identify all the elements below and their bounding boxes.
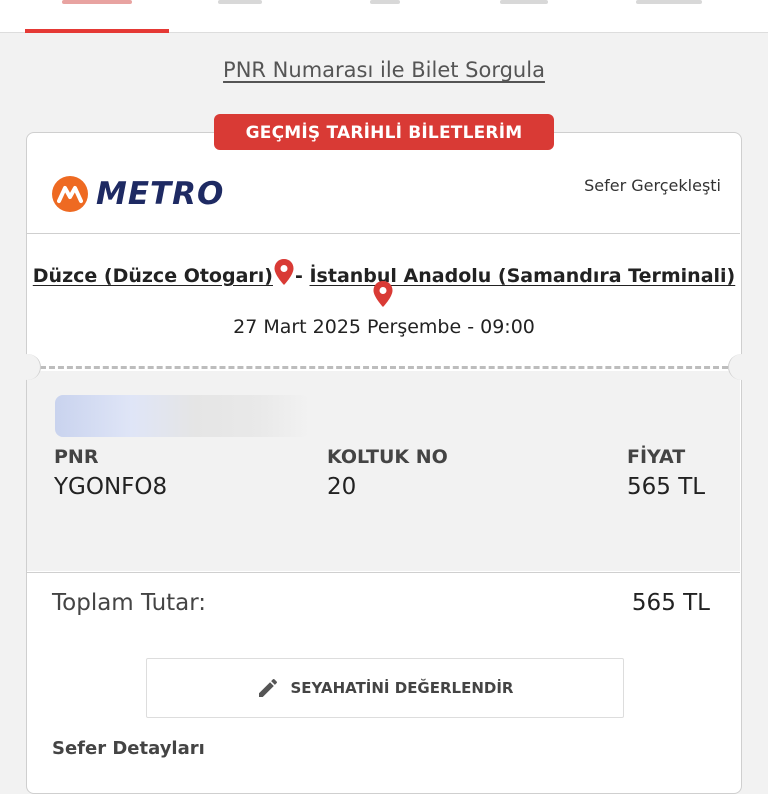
- rate-trip-label: SEYAHATİNİ DEĞERLENDİR: [290, 679, 514, 697]
- trip-details-heading[interactable]: Sefer Detayları: [52, 738, 205, 759]
- seat-value: 20: [327, 474, 357, 500]
- active-tab-indicator: [25, 29, 169, 33]
- pnr-query-link[interactable]: PNR Numarası ile Bilet Sorgula: [0, 58, 768, 82]
- total-label: Toplam Tutar:: [52, 590, 207, 616]
- seat-field: KOLTUK NO 20: [327, 446, 448, 500]
- brand-name: METRO: [96, 176, 225, 212]
- departure-datetime: 27 Mart 2025 Perşembe - 09:00: [233, 316, 535, 338]
- price-label: FİYAT: [627, 446, 686, 468]
- route-separator: -: [294, 265, 303, 287]
- pnr-label: PNR: [54, 446, 99, 468]
- blurred-passenger-name: [55, 395, 310, 437]
- past-tickets-badge: GEÇMİŞ TARİHLİ BİLETLERİM: [214, 114, 554, 150]
- trip-status: Sefer Gerçekleşti: [584, 176, 721, 195]
- header-divider: [27, 233, 740, 234]
- ticket-notch-right: [728, 354, 755, 380]
- location-pin-icon: [273, 258, 295, 291]
- ticket-notch-left: [14, 354, 41, 380]
- location-pin-icon: [372, 280, 394, 312]
- price-field: FİYAT 565 TL: [627, 446, 705, 500]
- tab[interactable]: [636, 0, 702, 4]
- metro-logo-icon: [52, 176, 88, 212]
- tab[interactable]: [218, 0, 262, 4]
- tab[interactable]: [370, 0, 400, 4]
- total-divider: [27, 572, 740, 573]
- origin-link[interactable]: Düzce (Düzce Otogarı): [33, 265, 273, 287]
- tab-active[interactable]: [62, 0, 132, 4]
- pnr-field: PNR YGONFO8: [54, 446, 167, 500]
- pnr-value: YGONFO8: [54, 474, 168, 500]
- pencil-icon: [256, 676, 280, 700]
- tab-bar: [0, 0, 768, 33]
- seat-label: KOLTUK NO: [327, 446, 448, 468]
- price-value: 565 TL: [627, 474, 706, 500]
- perforation-line: [40, 366, 728, 369]
- tab[interactable]: [500, 0, 548, 4]
- brand-logo: METRO: [52, 176, 224, 212]
- rate-trip-button[interactable]: SEYAHATİNİ DEĞERLENDİR: [146, 658, 624, 718]
- total-value: 565 TL: [631, 590, 710, 616]
